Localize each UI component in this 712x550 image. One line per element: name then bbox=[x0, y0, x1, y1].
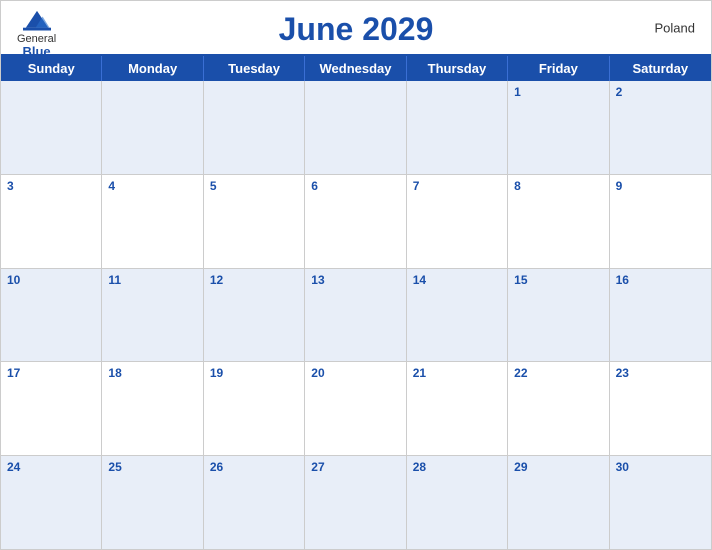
day-number: 8 bbox=[514, 179, 602, 193]
day-cell[interactable] bbox=[102, 81, 203, 174]
day-number: 29 bbox=[514, 460, 602, 474]
week-row: 10 11 12 13 14 15 16 bbox=[1, 269, 711, 363]
logo: General Blue bbox=[17, 9, 56, 59]
day-cell[interactable]: 25 bbox=[102, 456, 203, 549]
day-cell[interactable]: 29 bbox=[508, 456, 609, 549]
week-row: 12 bbox=[1, 81, 711, 175]
day-number: 18 bbox=[108, 366, 196, 380]
day-cell[interactable]: 9 bbox=[610, 175, 711, 268]
day-number: 17 bbox=[7, 366, 95, 380]
day-number: 7 bbox=[413, 179, 501, 193]
day-number: 28 bbox=[413, 460, 501, 474]
day-header-friday: Friday bbox=[508, 56, 609, 81]
day-number: 20 bbox=[311, 366, 399, 380]
calendar: General Blue June 2029 Poland SundayMond… bbox=[0, 0, 712, 550]
day-number: 22 bbox=[514, 366, 602, 380]
week-row: 24 25 26 27 28 29 30 bbox=[1, 456, 711, 549]
day-cell[interactable]: 30 bbox=[610, 456, 711, 549]
week-row: 17 18 19 20 21 22 23 bbox=[1, 362, 711, 456]
day-cell[interactable]: 21 bbox=[407, 362, 508, 455]
calendar-title: June 2029 bbox=[279, 11, 434, 48]
day-header-saturday: Saturday bbox=[610, 56, 711, 81]
day-cell[interactable]: 19 bbox=[204, 362, 305, 455]
day-cell[interactable]: 27 bbox=[305, 456, 406, 549]
weeks-container: 1234567891011121314151617181920212223242… bbox=[1, 81, 711, 549]
logo-blue-text: Blue bbox=[22, 45, 50, 59]
country-label: Poland bbox=[655, 20, 695, 35]
day-number: 14 bbox=[413, 273, 501, 287]
day-number: 27 bbox=[311, 460, 399, 474]
day-number: 19 bbox=[210, 366, 298, 380]
day-number: 11 bbox=[108, 273, 196, 287]
day-number: 13 bbox=[311, 273, 399, 287]
day-cell[interactable]: 15 bbox=[508, 269, 609, 362]
day-number: 1 bbox=[514, 85, 602, 99]
day-number: 4 bbox=[108, 179, 196, 193]
day-header-tuesday: Tuesday bbox=[204, 56, 305, 81]
week-row: 3456789 bbox=[1, 175, 711, 269]
day-cell[interactable]: 3 bbox=[1, 175, 102, 268]
day-number: 15 bbox=[514, 273, 602, 287]
day-number: 6 bbox=[311, 179, 399, 193]
day-number: 16 bbox=[616, 273, 705, 287]
day-cell[interactable]: 11 bbox=[102, 269, 203, 362]
day-cell[interactable]: 17 bbox=[1, 362, 102, 455]
day-cell[interactable]: 8 bbox=[508, 175, 609, 268]
day-cell[interactable] bbox=[204, 81, 305, 174]
day-cell[interactable] bbox=[305, 81, 406, 174]
day-cell[interactable]: 16 bbox=[610, 269, 711, 362]
day-number: 3 bbox=[7, 179, 95, 193]
calendar-header: General Blue June 2029 Poland bbox=[1, 1, 711, 54]
day-cell[interactable]: 18 bbox=[102, 362, 203, 455]
day-number: 2 bbox=[616, 85, 705, 99]
day-cell[interactable]: 4 bbox=[102, 175, 203, 268]
day-number: 23 bbox=[616, 366, 705, 380]
day-cell[interactable]: 2 bbox=[610, 81, 711, 174]
day-cell[interactable]: 13 bbox=[305, 269, 406, 362]
day-cell[interactable]: 7 bbox=[407, 175, 508, 268]
day-number: 9 bbox=[616, 179, 705, 193]
day-number: 26 bbox=[210, 460, 298, 474]
day-cell[interactable]: 12 bbox=[204, 269, 305, 362]
day-number: 30 bbox=[616, 460, 705, 474]
day-header-thursday: Thursday bbox=[407, 56, 508, 81]
day-cell[interactable]: 5 bbox=[204, 175, 305, 268]
day-headers: SundayMondayTuesdayWednesdayThursdayFrid… bbox=[1, 56, 711, 81]
day-cell[interactable]: 14 bbox=[407, 269, 508, 362]
day-number: 10 bbox=[7, 273, 95, 287]
day-cell[interactable]: 22 bbox=[508, 362, 609, 455]
day-number: 24 bbox=[7, 460, 95, 474]
calendar-grid: SundayMondayTuesdayWednesdayThursdayFrid… bbox=[1, 54, 711, 549]
day-cell[interactable] bbox=[1, 81, 102, 174]
day-number: 25 bbox=[108, 460, 196, 474]
day-cell[interactable]: 26 bbox=[204, 456, 305, 549]
day-number: 12 bbox=[210, 273, 298, 287]
day-number: 21 bbox=[413, 366, 501, 380]
logo-icon bbox=[23, 9, 51, 31]
day-cell[interactable]: 28 bbox=[407, 456, 508, 549]
day-cell[interactable]: 20 bbox=[305, 362, 406, 455]
day-cell[interactable]: 10 bbox=[1, 269, 102, 362]
day-cell[interactable]: 6 bbox=[305, 175, 406, 268]
day-cell[interactable] bbox=[407, 81, 508, 174]
day-header-monday: Monday bbox=[102, 56, 203, 81]
day-header-wednesday: Wednesday bbox=[305, 56, 406, 81]
day-number: 5 bbox=[210, 179, 298, 193]
day-cell[interactable]: 24 bbox=[1, 456, 102, 549]
day-cell[interactable]: 1 bbox=[508, 81, 609, 174]
day-header-sunday: Sunday bbox=[1, 56, 102, 81]
day-cell[interactable]: 23 bbox=[610, 362, 711, 455]
